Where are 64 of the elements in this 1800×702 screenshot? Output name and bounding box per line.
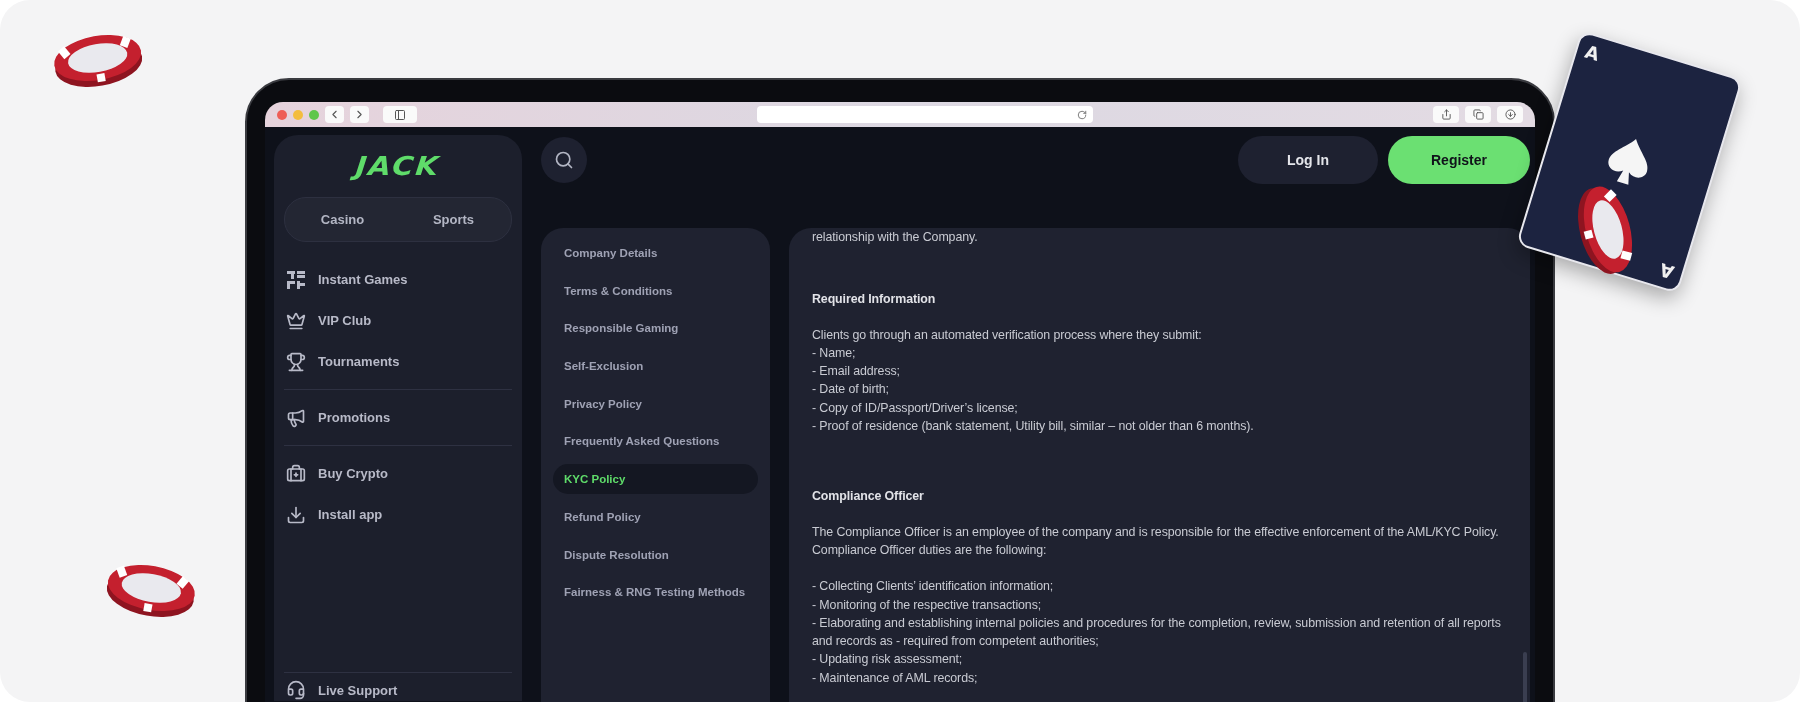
sidebar-icon <box>394 108 406 121</box>
address-field[interactable] <box>757 106 1093 123</box>
text-line: - Maintenance of AML records; <box>812 669 979 687</box>
back-button[interactable] <box>325 106 344 123</box>
sidebar-button[interactable] <box>383 106 417 123</box>
reload-icon[interactable] <box>1077 109 1087 120</box>
tabs-icon <box>1472 109 1484 120</box>
briefcase-plus-icon <box>286 463 306 484</box>
text-line: - Proof of residence (bank statement, Utility bill, similar – not older than 6 months). <box>812 418 1255 436</box>
section-heading: Compliance Officer <box>812 488 925 506</box>
policy-menu-item[interactable]: Refund Policy <box>553 501 758 532</box>
forward-button[interactable] <box>350 106 369 123</box>
policy-menu-item[interactable]: Fairness & RNG Testing Methods <box>553 577 758 608</box>
card-rank: A <box>1582 40 1602 65</box>
sidebar-item[interactable]: Install app <box>284 494 383 535</box>
download-icon <box>286 504 306 525</box>
maximize-dot[interactable] <box>309 109 319 120</box>
text-line: - Elaborating and establishing internal policies and procedures for the completion, review, submission and retention of all reports and records as - required from competent authorities; <box>812 614 1502 651</box>
text-line: Clients go through an automated verification process where they submit: <box>812 326 1203 344</box>
policy-menu-item[interactable]: Self-Exclusion <box>553 351 758 382</box>
share-icon <box>1440 109 1452 120</box>
card-rank: A <box>1657 259 1677 284</box>
register-button[interactable]: Register <box>1388 135 1530 184</box>
sidebar-item[interactable]: Instant Games <box>284 259 408 300</box>
text-line: - Date of birth; <box>812 381 890 399</box>
policy-menu-item[interactable]: Terms & Conditions <box>553 275 758 306</box>
sidebar-item[interactable]: Buy Crypto <box>284 453 389 494</box>
crown-icon <box>286 310 306 331</box>
policy-menu-item[interactable]: KYC Policy <box>553 464 758 495</box>
sidebar-item[interactable]: Promotions <box>284 397 391 438</box>
policy-menu-item[interactable]: Responsible Gaming <box>553 313 758 344</box>
share-button[interactable] <box>1433 106 1459 123</box>
grid-blocks-icon <box>286 269 306 290</box>
scrollbar-thumb[interactable] <box>1523 652 1527 702</box>
text-line: - Monitoring of the respective transactions; <box>812 596 1043 614</box>
sidebar-item[interactable]: Tournaments <box>284 341 400 382</box>
text-line: - Email address; <box>812 363 901 381</box>
policy-menu-item[interactable]: Dispute Resolution <box>553 539 758 570</box>
tabs-button[interactable] <box>1465 106 1491 123</box>
text-line: relationship with the Company. <box>812 229 979 246</box>
text-line: - Name; <box>812 344 857 362</box>
login-button[interactable]: Log In <box>1238 135 1378 184</box>
sidebar-item[interactable]: VIP Club <box>284 300 372 341</box>
close-dot[interactable] <box>277 109 287 120</box>
search-button[interactable] <box>541 136 587 183</box>
trophy-icon <box>286 351 306 372</box>
text-line: The Compliance Officer is an employee of the company and is responsible for the effective enforcement of the AML/KYC Policy. <box>812 523 1500 541</box>
text-line: - Copy of ID/Passport/Driver’s license; <box>812 399 1019 417</box>
minimize-dot[interactable] <box>293 109 303 120</box>
text-line: - Collecting Clients’ identification information; <box>812 578 1055 596</box>
section-heading: Required Information <box>812 291 937 309</box>
section-tab[interactable]: Casino <box>289 202 396 237</box>
text-line: Compliance Officer duties are the following: <box>812 541 1048 559</box>
policy-menu-item[interactable]: Company Details <box>553 238 758 268</box>
policy-menu-item[interactable]: Privacy Policy <box>553 388 758 419</box>
text-line: - Updating risk assessment; <box>812 651 964 669</box>
sidebar-item[interactable]: Live Support <box>284 679 512 701</box>
megaphone-icon <box>286 407 306 428</box>
download-icon <box>1504 109 1516 120</box>
headset-icon <box>286 680 306 700</box>
search-icon <box>554 149 574 170</box>
section-tab[interactable]: Sports <box>400 202 507 237</box>
policy-menu-item[interactable]: Frequently Asked Questions <box>553 426 758 457</box>
downloads-button[interactable] <box>1497 106 1523 123</box>
